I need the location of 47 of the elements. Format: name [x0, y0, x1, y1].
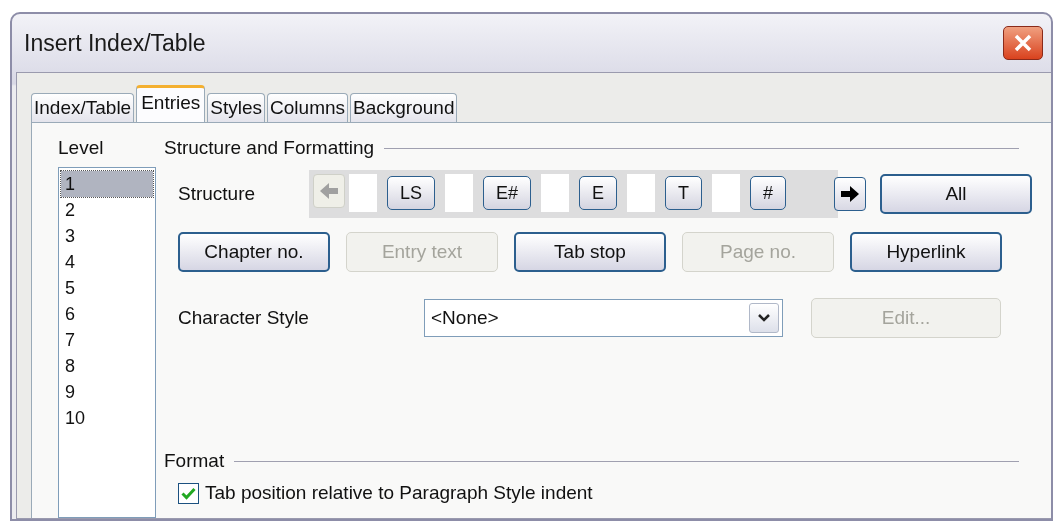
insert-button[interactable]: Hyperlink: [850, 232, 1002, 272]
structure-token[interactable]: #: [750, 176, 787, 210]
all-button[interactable]: All: [880, 174, 1032, 214]
list-item[interactable]: 4: [61, 249, 153, 275]
entry-field[interactable]: [445, 174, 474, 212]
arrow-left-icon: [319, 182, 339, 200]
chevron-down-icon: [757, 313, 771, 323]
structure-token[interactable]: T: [665, 176, 703, 210]
structure-label: Structure: [178, 183, 257, 205]
insert-button[interactable]: Chapter no.: [178, 232, 330, 272]
tab[interactable]: Styles: [207, 93, 266, 122]
group-title: Format: [164, 450, 225, 472]
character-style-label: Character Style: [178, 307, 310, 329]
structure-token[interactable]: E: [579, 176, 618, 210]
dropdown-button[interactable]: [749, 303, 779, 333]
list-item[interactable]: 3: [61, 223, 153, 249]
scroll-right-button[interactable]: [834, 177, 866, 211]
close-button[interactable]: [1003, 26, 1043, 60]
group-title: Structure and Formatting: [164, 137, 375, 159]
entry-field[interactable]: [349, 174, 377, 212]
tab[interactable]: Background: [350, 93, 458, 122]
level-list[interactable]: 1 2 3 4 5 6 7 8 9 10: [58, 167, 156, 518]
arrow-right-icon: [840, 185, 860, 203]
level-label: Level: [58, 137, 105, 159]
list-item[interactable]: 10: [61, 405, 153, 431]
tab[interactable]: Columns: [267, 93, 349, 122]
list-item[interactable]: 8: [61, 353, 153, 379]
list-item[interactable]: 1: [61, 171, 153, 197]
close-icon: [1013, 33, 1033, 53]
list-item[interactable]: 2: [61, 197, 153, 223]
list-item[interactable]: 7: [61, 327, 153, 353]
checkbox[interactable]: [178, 482, 199, 504]
list-item[interactable]: 6: [61, 301, 153, 327]
window-title: Insert Index/Table: [24, 29, 206, 57]
checkbox-label: Tab position relative to Paragraph Style indent: [205, 482, 593, 504]
tab[interactable]: Entries: [136, 85, 206, 122]
list-item[interactable]: 9: [61, 379, 153, 405]
dropdown-value: <None>: [431, 307, 499, 329]
entry-field[interactable]: [712, 174, 741, 212]
entry-field[interactable]: [541, 174, 570, 212]
character-style-dropdown[interactable]: <None>: [424, 299, 783, 337]
structure-token[interactable]: LS: [387, 176, 436, 210]
entry-field[interactable]: [627, 174, 656, 212]
list-item[interactable]: 5: [61, 275, 153, 301]
structure-token[interactable]: E#: [483, 176, 532, 210]
tab[interactable]: Index/Table: [31, 93, 135, 122]
insert-button[interactable]: Tab stop: [514, 232, 666, 272]
